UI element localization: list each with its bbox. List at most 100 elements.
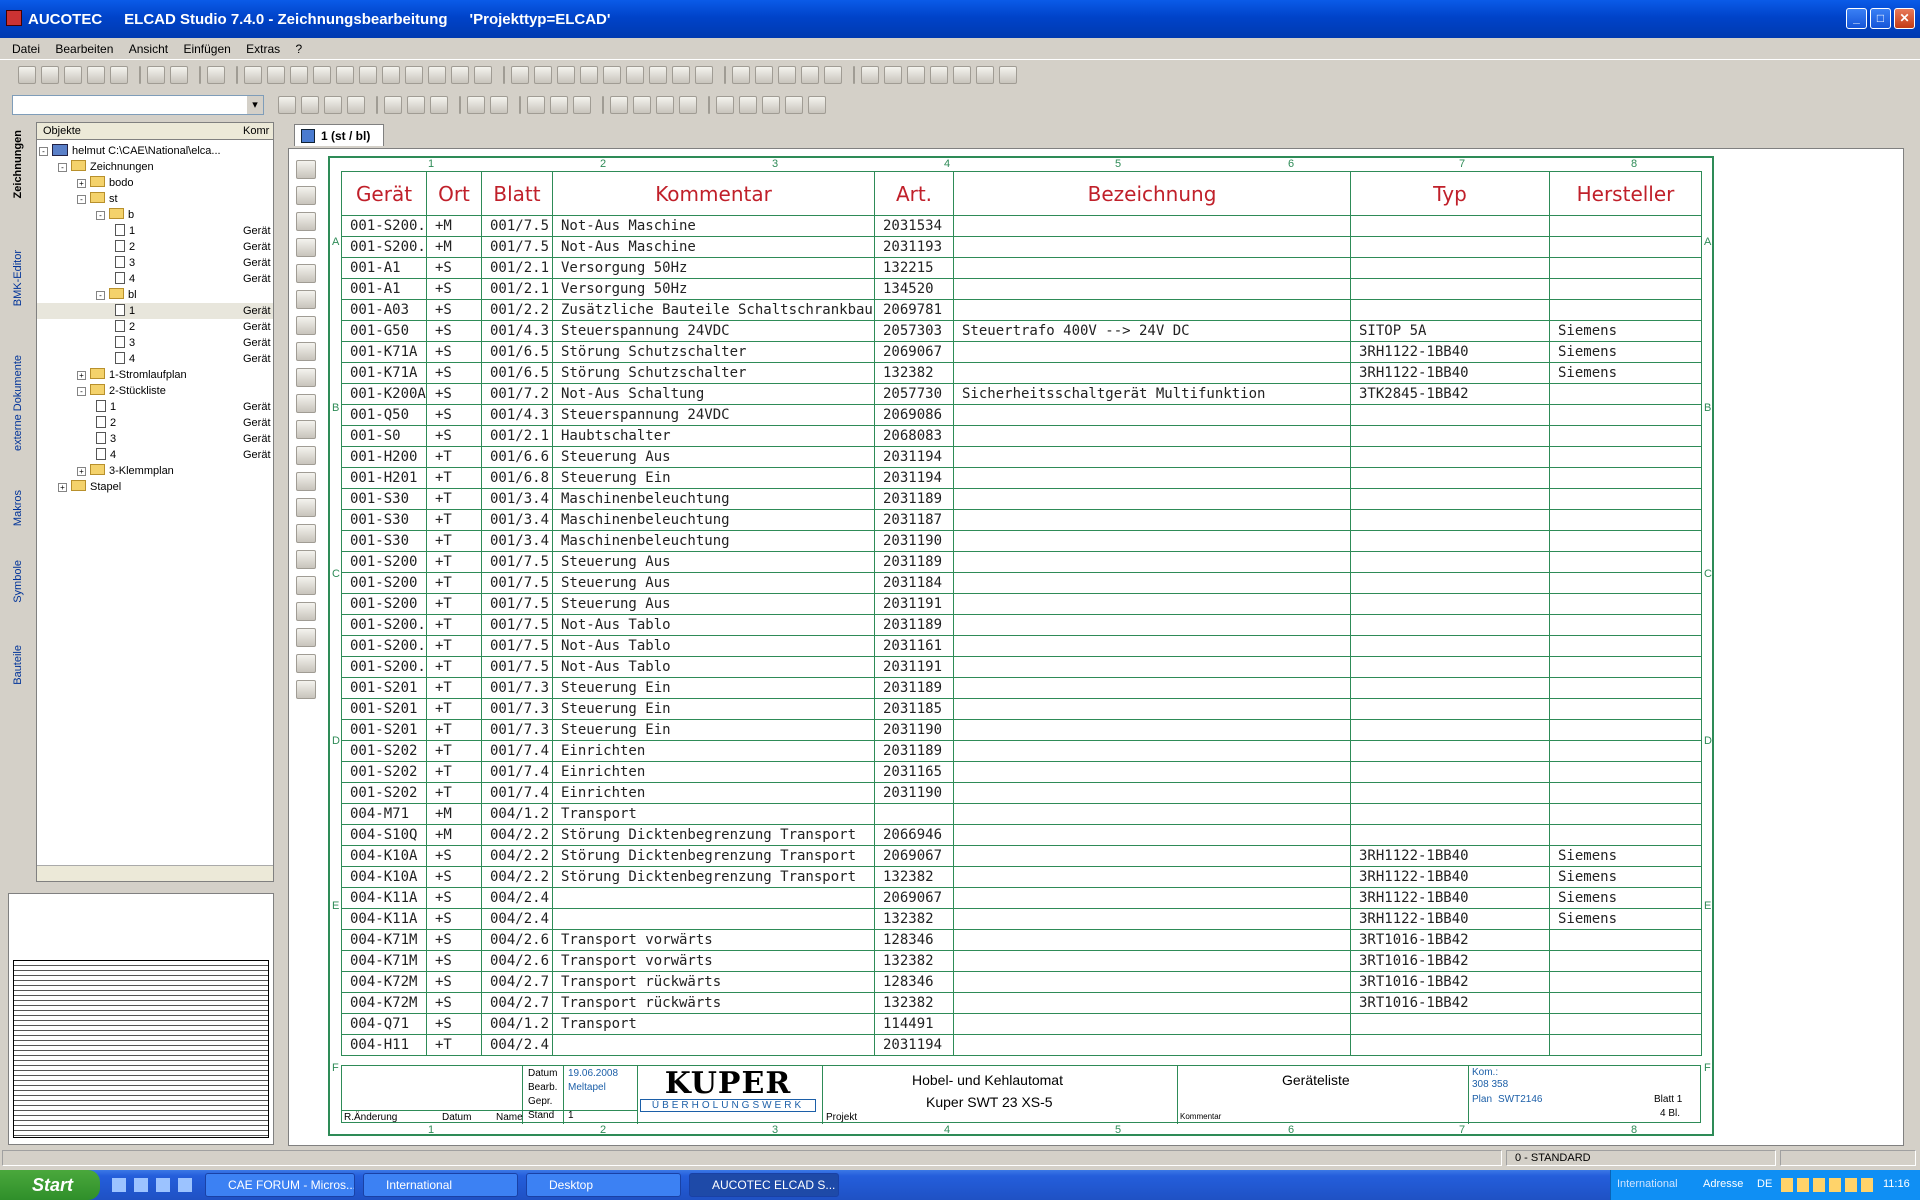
vertical-tool-icon[interactable] [296,446,316,465]
toolbar-button-icon[interactable] [490,96,508,114]
tree-item[interactable]: 1 Gerät [37,223,273,239]
toolbar-button-icon[interactable] [405,66,423,84]
vertical-tool-icon[interactable] [296,368,316,387]
toolbar-button-icon[interactable] [534,66,552,84]
task-aucotec[interactable]: AUCOTEC ELCAD S... [689,1173,839,1197]
toolbar-button-icon[interactable] [626,66,644,84]
toolbar-button-icon[interactable] [801,66,819,84]
vertical-tool-icon[interactable] [296,602,316,621]
toolbar-button-icon[interactable] [861,66,879,84]
toolbar-button-icon[interactable] [384,96,402,114]
vertical-tool-icon[interactable] [296,472,316,491]
tree-item[interactable]: - st [37,191,273,207]
tray-icons[interactable] [1781,1178,1877,1192]
toolbar-button-icon[interactable] [87,66,105,84]
collapse-icon[interactable]: - [58,163,67,172]
minimize-button[interactable]: _ [1846,8,1867,29]
toolbar-button-icon[interactable] [64,66,82,84]
toolbar-button-icon[interactable] [808,96,826,114]
vertical-tool-icon[interactable] [296,160,316,179]
tree-item[interactable]: 3 Gerät [37,431,273,447]
task-international[interactable]: International [363,1173,518,1197]
tree-item[interactable]: - bl [37,287,273,303]
toolbar-button-icon[interactable] [976,66,994,84]
toolbar-button-icon[interactable] [785,96,803,114]
collapse-icon[interactable]: - [77,195,86,204]
toolbar-button-icon[interactable] [170,66,188,84]
vertical-tool-icon[interactable] [296,238,316,257]
menu-datei[interactable]: Datei [12,38,40,60]
toolbar-button-icon[interactable] [824,66,842,84]
toolbar-button-icon[interactable] [290,66,308,84]
tab-bmk-editor[interactable]: BMK-Editor [12,250,24,306]
collapse-icon[interactable]: - [96,291,105,300]
toolbar-button-icon[interactable] [999,66,1017,84]
tree-item[interactable]: - 2-Stückliste [37,383,273,399]
toolbar-button-icon[interactable] [732,66,750,84]
vertical-tool-icon[interactable] [296,498,316,517]
toolbar-button-icon[interactable] [778,66,796,84]
tree-item[interactable]: 4 Gerät [37,447,273,463]
collapse-icon[interactable]: - [39,147,48,156]
quicklaunch-icons[interactable] [112,1178,192,1192]
tree-hscrollbar[interactable] [37,865,273,881]
vertical-tool-icon[interactable] [296,290,316,309]
toolbar-button-icon[interactable] [467,96,485,114]
tab-bauteile[interactable]: Bauteile [12,645,24,685]
toolbar-button-icon[interactable] [336,66,354,84]
toolbar-button-icon[interactable] [511,66,529,84]
toolbar-button-icon[interactable] [573,96,591,114]
tree-item[interactable]: 4 Gerät [37,271,273,287]
vertical-tool-icon[interactable] [296,264,316,283]
tray-language[interactable]: DE [1757,1178,1772,1190]
toolbar-button-icon[interactable] [430,96,448,114]
toolbar-button-icon[interactable] [324,96,342,114]
tree-item[interactable]: - Zeichnungen [37,159,273,175]
collapse-icon[interactable]: - [96,211,105,220]
vertical-tool-icon[interactable] [296,420,316,439]
tree-item[interactable]: 1 Gerät [37,303,273,319]
tree-item[interactable]: 3 Gerät [37,255,273,271]
toolbar-button-icon[interactable] [633,96,651,114]
toolbar-button-icon[interactable] [695,66,713,84]
toolbar-button-icon[interactable] [110,66,128,84]
vertical-tool-icon[interactable] [296,628,316,647]
toolbar-button-icon[interactable] [580,66,598,84]
tree-item[interactable]: + bodo [37,175,273,191]
maximize-button[interactable]: □ [1870,8,1891,29]
vertical-tool-icon[interactable] [296,212,316,231]
tree-root[interactable]: - helmut C:\CAE\National\elca... [39,143,221,159]
task-desktop[interactable]: Desktop [526,1173,681,1197]
toolbar-button-icon[interactable] [716,96,734,114]
tree-item[interactable]: 2 Gerät [37,319,273,335]
toolbar-button-icon[interactable] [884,66,902,84]
toolbar-button-icon[interactable] [527,96,545,114]
toolbar-button-icon[interactable] [301,96,319,114]
menu-help[interactable]: ? [296,38,303,60]
toolbar-button-icon[interactable] [382,66,400,84]
vertical-tool-icon[interactable] [296,394,316,413]
menu-einfuegen[interactable]: Einfügen [183,38,230,60]
expand-icon[interactable]: + [77,179,86,188]
expand-icon[interactable]: + [77,467,86,476]
expand-icon[interactable]: + [58,483,67,492]
menu-extras[interactable]: Extras [246,38,280,60]
toolbar-button-icon[interactable] [907,66,925,84]
tree-item[interactable]: 2 Gerät [37,239,273,255]
tray-international[interactable]: International [1617,1178,1678,1190]
vertical-tool-icon[interactable] [296,680,316,699]
vertical-tool-icon[interactable] [296,524,316,543]
toolbar-button-icon[interactable] [278,96,296,114]
toolbar-button-icon[interactable] [267,66,285,84]
toolbar-button-icon[interactable] [679,96,697,114]
menu-bearbeiten[interactable]: Bearbeiten [55,38,113,60]
toolbar-button-icon[interactable] [41,66,59,84]
object-tree[interactable]: Objekte Komr - helmut C:\CAE\National\elc… [36,122,274,882]
vertical-tool-icon[interactable] [296,186,316,205]
tree-item[interactable]: 1 Gerät [37,399,273,415]
tree-item[interactable]: 2 Gerät [37,415,273,431]
toolbar-button-icon[interactable] [649,66,667,84]
toolbar-button-icon[interactable] [656,96,674,114]
toolbar-button-icon[interactable] [610,96,628,114]
vertical-tool-icon[interactable] [296,550,316,569]
